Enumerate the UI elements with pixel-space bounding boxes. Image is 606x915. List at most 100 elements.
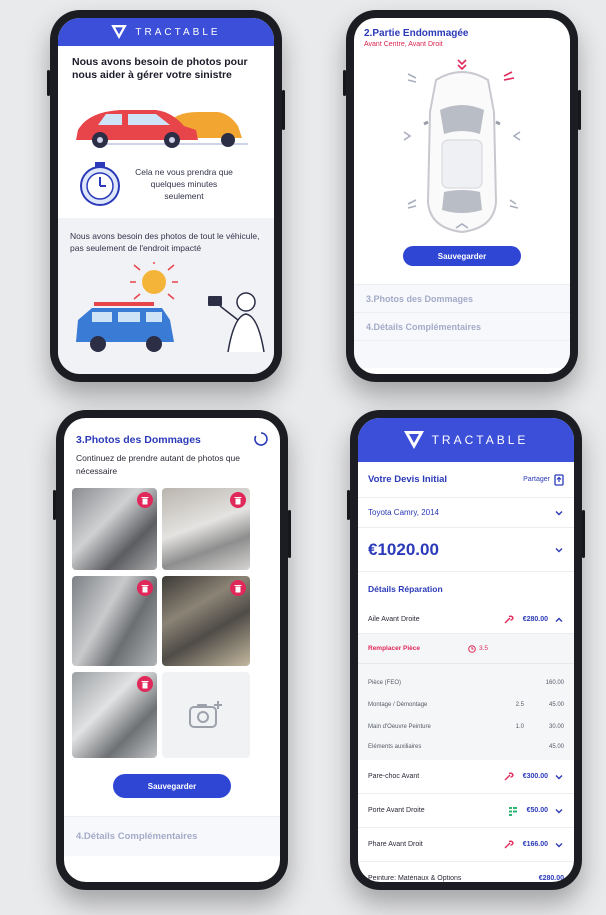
detail-value: 45.00	[548, 702, 564, 708]
onboarding-title: Nous avons besoin de photos pour nous ai…	[72, 56, 248, 81]
detail-qty: 2.5	[515, 702, 524, 708]
item-name: Pare-choc Avant	[368, 773, 420, 780]
chevron-down-icon	[555, 547, 563, 552]
photo-grid	[72, 488, 272, 758]
brand-name: TRACTABLE	[431, 433, 529, 447]
front-left-chevron	[407, 73, 417, 83]
vehicle-info-block: Nous avons besoin des photos de tout le …	[58, 218, 274, 374]
volume-button	[47, 70, 50, 96]
share-icon[interactable]	[554, 473, 564, 486]
timer-row: Cela ne vous prendra que quelques minute…	[58, 152, 274, 218]
phone-onboarding: TRACTABLE Nous avons besoin de photos po…	[47, 10, 285, 382]
add-photo-button[interactable]	[162, 672, 250, 758]
power-button	[288, 510, 291, 558]
repair-item-row[interactable]: Peinture: Matériaux & Options €280.00	[358, 862, 574, 882]
detail-value: 45.00	[548, 744, 564, 750]
detail-qty: 1.0	[515, 724, 524, 730]
expanded-item-row[interactable]: Aile Avant Droite €280.00	[358, 606, 574, 634]
delete-photo-button[interactable]	[137, 492, 153, 508]
section-more-collapsed[interactable]	[354, 340, 570, 368]
section-photos-collapsed[interactable]: 3.Photos des Dommages	[354, 284, 570, 312]
item-price: €166.00	[522, 841, 548, 848]
onboarding-screen: TRACTABLE Nous avons besoin de photos po…	[58, 18, 274, 374]
labor-hours: 3.5	[479, 645, 489, 652]
cars-illustration	[76, 110, 248, 148]
detail-line: Main d'Oeuvre Peinture 1.0 30.00	[358, 716, 574, 738]
detail-label: Montage / Démontage	[368, 702, 428, 708]
item-name: Phare Avant Droit	[368, 841, 423, 848]
volume-button	[53, 490, 56, 520]
chevron-down-icon	[555, 510, 563, 515]
paint-icon	[508, 806, 517, 816]
chevron-down-icon	[555, 842, 563, 847]
total-row[interactable]: €1020.00	[358, 528, 574, 572]
damage-photos-screen: 3.Photos des Dommages Continuez de prend…	[64, 418, 280, 882]
trash-icon	[141, 496, 149, 504]
save-button[interactable]: Sauvegarder	[403, 246, 521, 266]
expanded-details: Remplacer Pièce 3.5 Pièce (FEO) 160.00 M…	[358, 634, 574, 760]
trash-icon	[141, 680, 149, 688]
section-details-collapsed[interactable]: 4.Détails Complémentaires	[354, 312, 570, 340]
detail-line: Pièce (FEO) 160.00	[358, 672, 574, 694]
tractable-logo-icon	[111, 25, 128, 39]
item-name: Porte Avant Droite	[368, 807, 425, 814]
phone-damage-photos: 3.Photos des Dommages Continuez de prend…	[53, 410, 291, 890]
stopwatch-icon	[80, 162, 120, 206]
trash-icon	[234, 584, 242, 592]
damage-photo-4[interactable]	[162, 576, 250, 666]
damage-photo-5[interactable]	[72, 672, 157, 758]
delete-photo-button[interactable]	[137, 676, 153, 692]
wrench-icon	[504, 772, 514, 780]
power-button	[282, 90, 285, 130]
share-label[interactable]: Partager	[523, 476, 550, 483]
damaged-part-screen: 2.Partie Endommagée Avant Centre, Avant …	[354, 18, 570, 374]
delete-photo-button[interactable]	[230, 580, 246, 596]
detail-label: Main d'Oeuvre Peinture	[368, 724, 431, 730]
action-label: Remplacer Pièce	[368, 645, 421, 652]
chevron-up-icon	[555, 617, 563, 622]
delete-photo-button[interactable]	[137, 580, 153, 596]
loading-spinner-icon	[254, 432, 268, 446]
item-price: €280.00	[538, 875, 564, 882]
tractable-logo-icon	[403, 431, 424, 449]
repair-item-row[interactable]: Porte Avant Droite €50.00	[358, 794, 574, 828]
app-header: TRACTABLE	[358, 418, 574, 462]
brand-name: TRACTABLE	[135, 26, 221, 38]
photo-taking-illustration	[76, 262, 265, 352]
quote-title: Votre Devis Initial	[368, 474, 448, 485]
vehicle-text: Nous avons besoin des photos de tout le …	[70, 231, 260, 253]
volume-button	[343, 70, 346, 96]
phone-initial-quote: TRACTABLE Votre Devis Initial Partager T…	[347, 410, 585, 890]
save-button[interactable]: Sauvegarder	[113, 774, 231, 798]
item-name: Peinture: Matériaux & Options	[368, 875, 462, 882]
car-top-view[interactable]	[354, 52, 570, 242]
detail-label: Eléments auxiliaires	[368, 744, 422, 750]
vehicle-select[interactable]: Toyota Camry, 2014	[358, 498, 574, 528]
wrench-icon	[504, 840, 514, 848]
left-side-chevron	[403, 131, 412, 141]
repair-item-row[interactable]: Pare-choc Avant €300.00	[358, 760, 574, 794]
detail-line: Montage / Démontage 2.5 45.00	[358, 694, 574, 716]
selected-parts: Avant Centre, Avant Droit	[364, 41, 443, 48]
trash-icon	[234, 496, 242, 504]
item-price: €50.00	[526, 807, 548, 814]
clock-icon	[468, 644, 476, 653]
damage-photo-1[interactable]	[72, 488, 157, 570]
damage-photo-2[interactable]	[162, 488, 250, 570]
wrench-icon	[504, 615, 514, 623]
right-side-chevron	[512, 131, 521, 141]
section-title: 2.Partie Endommagée	[364, 28, 469, 39]
damage-photo-3[interactable]	[72, 576, 157, 666]
item-price: €300.00	[522, 773, 548, 780]
chevron-down-icon	[555, 774, 563, 779]
delete-photo-button[interactable]	[230, 492, 246, 508]
item-name: Aile Avant Droite	[368, 616, 420, 623]
power-button	[582, 510, 585, 558]
total-amount: €1020.00	[368, 539, 439, 559]
repair-item-row[interactable]: Phare Avant Droit €166.00	[358, 828, 574, 862]
front-center-chevron	[457, 59, 467, 71]
section-details-collapsed[interactable]: 4.Détails Complémentaires	[64, 816, 280, 856]
detail-line: Eléments auxiliaires 45.00	[358, 738, 574, 760]
rear-right-chevron	[509, 199, 519, 209]
details-title-row: Détails Réparation	[358, 572, 574, 606]
